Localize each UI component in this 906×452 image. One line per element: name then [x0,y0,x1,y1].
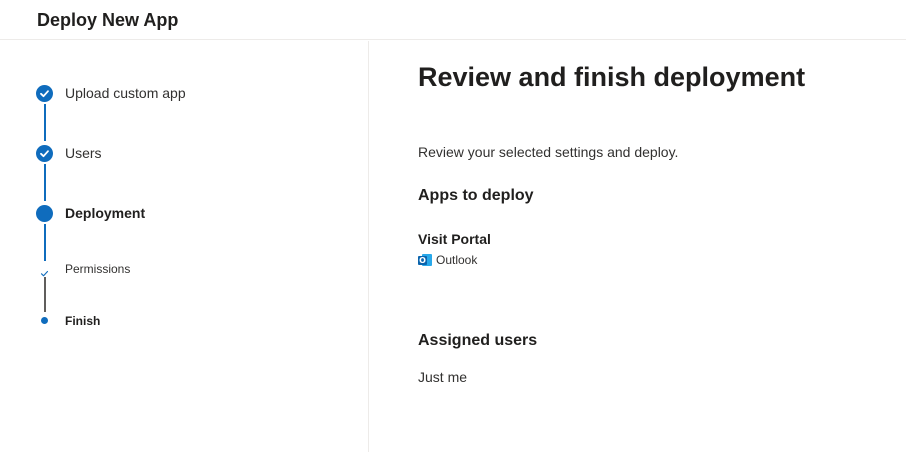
step-current-dot-icon [36,205,53,222]
app-name: Visit Portal [418,231,491,247]
page-title: Review and finish deployment [418,62,806,92]
substep-current-dot-icon [41,317,48,324]
step-connector [44,224,46,261]
step-connector [44,104,46,141]
outlook-icon: O [418,253,432,267]
wizard-steps-panel: Upload custom app Users Deployment Permi… [0,41,369,452]
substep-finish[interactable]: Finish [65,314,100,328]
substep-completed-check-icon [40,265,49,277]
assigned-users-value: Just me [418,369,468,385]
dialog-title: Deploy New App [37,10,179,30]
step-connector [44,164,46,201]
step-deployment[interactable]: Deployment [65,205,145,221]
assigned-users-heading: Assigned users [418,332,538,349]
step-completed-check-icon [36,85,53,102]
dialog-header: Deploy New App [0,0,906,40]
app-host: O Outlook [418,252,477,268]
step-connector [44,277,46,312]
apps-to-deploy-heading: Apps to deploy [418,187,534,204]
intro-text: Review your selected settings and deploy… [418,144,679,160]
step-upload-custom-app[interactable]: Upload custom app [65,85,186,101]
step-completed-check-icon [36,145,53,162]
substep-permissions[interactable]: Permissions [65,262,130,276]
step-users[interactable]: Users [65,145,102,161]
app-host-label: Outlook [436,253,478,267]
review-main-panel: Review and finish deployment Review your… [370,41,906,452]
